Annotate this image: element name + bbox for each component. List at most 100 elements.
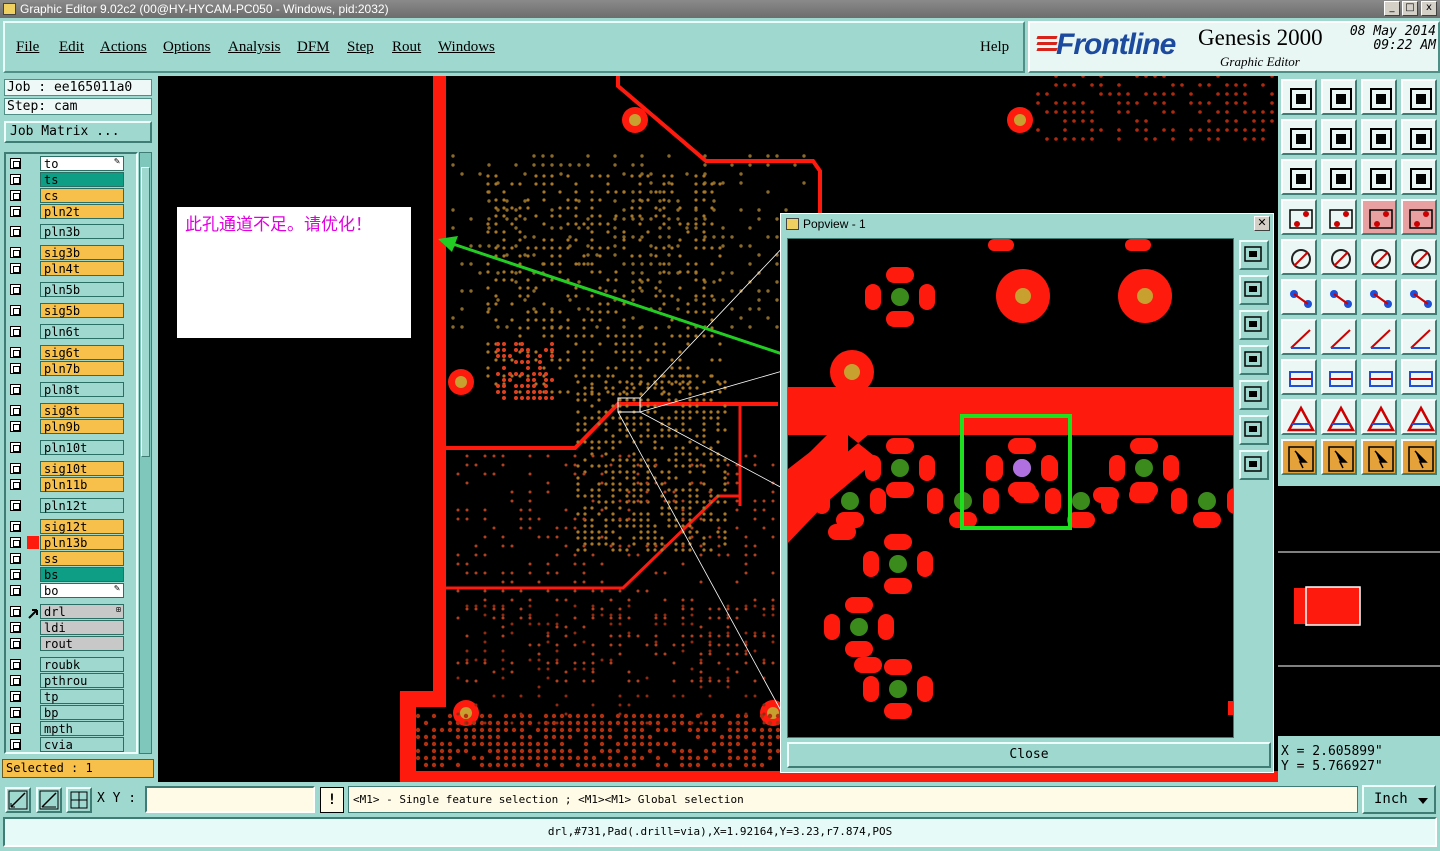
maximize-button[interactable]: □: [1402, 1, 1418, 16]
home-icon[interactable]: [1361, 79, 1397, 115]
layer-marker[interactable]: [27, 462, 39, 475]
layer-checkbox[interactable]: [10, 226, 21, 237]
layer-marker[interactable]: [27, 173, 39, 186]
layer-name[interactable]: bp: [40, 705, 124, 720]
layer-checkbox[interactable]: [10, 421, 21, 432]
netlist-icon[interactable]: [1361, 199, 1397, 235]
layer-checkbox[interactable]: [10, 263, 21, 274]
layer-checkbox[interactable]: [10, 638, 21, 649]
trace-icon[interactable]: [1321, 359, 1357, 395]
flip-icon[interactable]: [1361, 119, 1397, 155]
layer-row[interactable]: drl ⊞: [6, 604, 130, 619]
layer-marker[interactable]: [27, 722, 39, 735]
split-view-icon[interactable]: [1401, 79, 1437, 115]
layer-checkbox[interactable]: [10, 739, 21, 750]
layer-marker[interactable]: [27, 304, 39, 317]
layer-checkbox[interactable]: [10, 363, 21, 374]
layer-checkbox[interactable]: [10, 707, 21, 718]
layer-name[interactable]: mpth: [40, 721, 124, 736]
layer-name[interactable]: pln8t: [40, 382, 124, 397]
layer-marker[interactable]: [27, 706, 39, 719]
layer-name[interactable]: sig8t: [40, 403, 124, 418]
layer-row[interactable]: rout: [6, 636, 130, 651]
snap-icon[interactable]: [5, 787, 31, 813]
route-icon[interactable]: [1401, 439, 1437, 475]
layer-row[interactable]: roubk: [6, 657, 130, 672]
layer-marker[interactable]: [27, 658, 39, 671]
layer-checkbox[interactable]: [10, 606, 21, 617]
layer-name[interactable]: cvia: [40, 737, 124, 752]
layer-name[interactable]: pln2t: [40, 204, 124, 219]
scroll-thumb[interactable]: [141, 167, 150, 457]
arrow-add-icon[interactable]: [1281, 239, 1317, 275]
layer-checkbox[interactable]: [10, 622, 21, 633]
layer-row[interactable]: tp: [6, 689, 130, 704]
one-to-one-icon[interactable]: [1361, 159, 1397, 195]
layer-checkbox[interactable]: [10, 463, 21, 474]
layer-name[interactable]: pln7b: [40, 361, 124, 376]
layer-row[interactable]: pln9b: [6, 419, 130, 434]
pan-right-icon[interactable]: [1239, 380, 1269, 410]
layer-name[interactable]: pln13b: [40, 535, 124, 550]
layer-name[interactable]: sig12t: [40, 519, 124, 534]
layer-checkbox[interactable]: [10, 284, 21, 295]
layer-name[interactable]: sig3b: [40, 245, 124, 260]
job-matrix-button[interactable]: Job Matrix ...: [4, 121, 152, 143]
menu-step[interactable]: Step: [347, 39, 374, 55]
layer-row[interactable]: pln11b: [6, 477, 130, 492]
layer-name[interactable]: pln3b: [40, 224, 124, 239]
layer-row[interactable]: pln8t: [6, 382, 130, 397]
netlist-alt-icon[interactable]: [1401, 199, 1437, 235]
layer-checkbox[interactable]: [10, 247, 21, 258]
layer-row[interactable]: pln3b: [6, 224, 130, 239]
layer-row[interactable]: ss: [6, 551, 130, 566]
layer-marker[interactable]: [27, 536, 39, 549]
layer-row[interactable]: ldi: [6, 620, 130, 635]
layer-row[interactable]: to ✎: [6, 156, 130, 171]
zoom-out-icon[interactable]: [1239, 310, 1269, 340]
layer-marker[interactable]: [27, 420, 39, 433]
layer-checkbox[interactable]: [10, 442, 21, 453]
region-icon[interactable]: [1401, 239, 1437, 275]
layer-marker[interactable]: [27, 441, 39, 454]
layer-marker[interactable]: [27, 621, 39, 634]
layer-marker[interactable]: [27, 262, 39, 275]
layer-checkbox[interactable]: [10, 405, 21, 416]
layer-row[interactable]: pthrou: [6, 673, 130, 688]
layer-checkbox[interactable]: [10, 384, 21, 395]
slash-icon[interactable]: [1321, 319, 1357, 355]
layer-marker[interactable]: [27, 499, 39, 512]
layer-checkbox[interactable]: [10, 158, 21, 169]
layer-marker[interactable]: [27, 362, 39, 375]
menu-file[interactable]: File: [16, 39, 39, 55]
layer-checkbox[interactable]: [10, 347, 21, 358]
grid-icon[interactable]: [66, 787, 92, 813]
layer-name[interactable]: sig6t: [40, 345, 124, 360]
layer-checkbox[interactable]: [10, 326, 21, 337]
layer-name[interactable]: cs: [40, 188, 124, 203]
edge-icon[interactable]: [1361, 279, 1397, 315]
contour-icon[interactable]: [1281, 359, 1317, 395]
layer-checkbox[interactable]: [10, 659, 21, 670]
layer-name[interactable]: pln6t: [40, 324, 124, 339]
layer-row[interactable]: bs: [6, 567, 130, 582]
layer-marker[interactable]: [27, 157, 39, 170]
layer-marker[interactable]: [27, 189, 39, 202]
move-icon[interactable]: [1321, 439, 1357, 475]
layer-row[interactable]: ts: [6, 172, 130, 187]
alert-button[interactable]: !: [320, 787, 344, 813]
layer-checkbox[interactable]: [10, 723, 21, 734]
frame-alt-icon[interactable]: [1401, 399, 1437, 435]
layer-row[interactable]: pln10t: [6, 440, 130, 455]
layer-checkbox[interactable]: [10, 691, 21, 702]
layer-row[interactable]: sig6t: [6, 345, 130, 360]
layer-name[interactable]: pln9b: [40, 419, 124, 434]
pad-icon[interactable]: [1401, 279, 1437, 315]
menu-actions[interactable]: Actions: [100, 39, 147, 55]
layer-name[interactable]: rout: [40, 636, 124, 651]
layer-name[interactable]: tp: [40, 689, 124, 704]
layer-checkbox[interactable]: [10, 675, 21, 686]
triangle-alt-icon[interactable]: [1321, 399, 1357, 435]
pan-left-icon[interactable]: [1239, 345, 1269, 375]
layer-name[interactable]: drl: [40, 604, 124, 619]
